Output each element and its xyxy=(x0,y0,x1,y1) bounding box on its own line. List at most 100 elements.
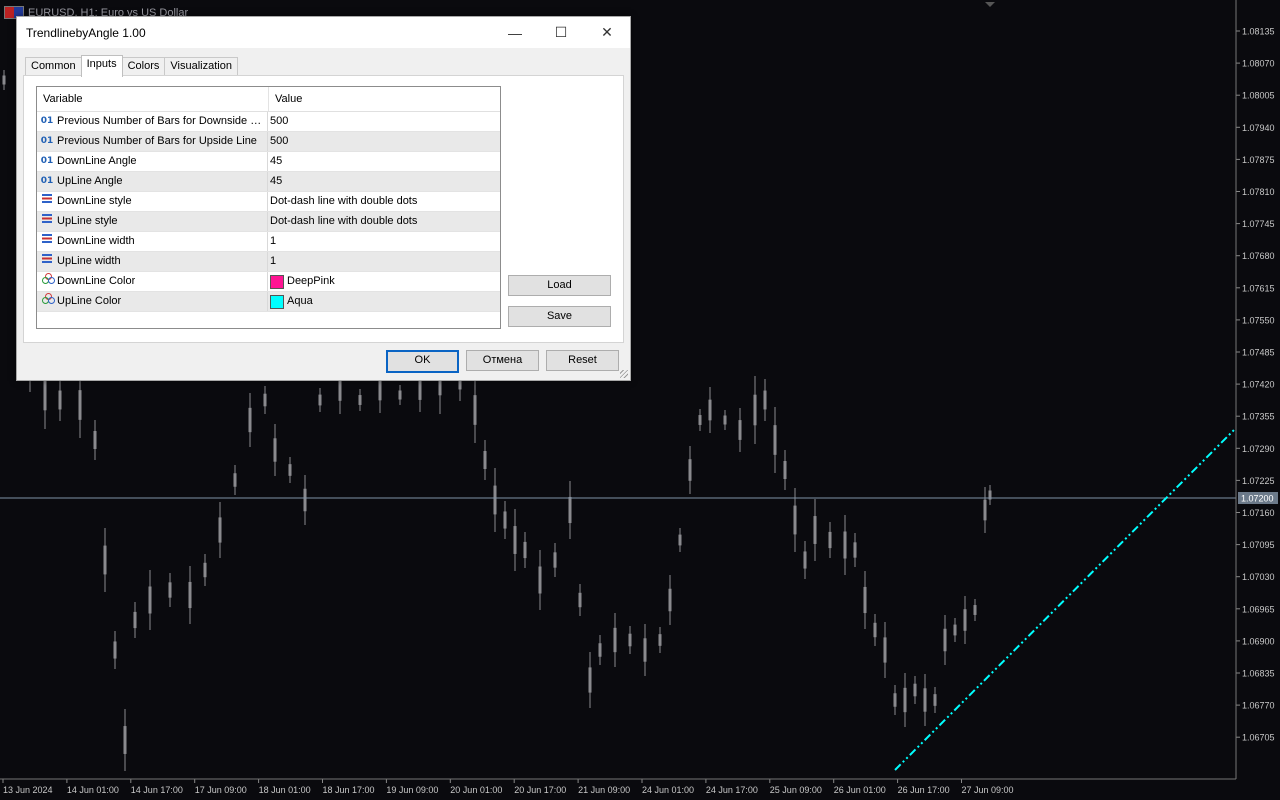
value-cell[interactable]: 45 xyxy=(268,152,282,171)
tab-inputs[interactable]: Inputs xyxy=(80,55,123,77)
price-axis-label: 1.08070 xyxy=(1242,59,1275,69)
ok-button[interactable]: OK xyxy=(386,350,459,373)
value-cell[interactable]: DeepPink xyxy=(268,272,335,291)
candle-body xyxy=(303,488,307,512)
candle-body xyxy=(953,624,957,636)
variable-cell: UpLine style xyxy=(37,212,268,231)
candle-body xyxy=(708,399,712,421)
price-axis-label: 1.07485 xyxy=(1242,348,1275,358)
value-text: Dot-dash line with double dots xyxy=(270,215,418,227)
price-axis-label: 1.06770 xyxy=(1242,701,1275,711)
input-row[interactable]: 01 Previous Number of Bars for Downside L… xyxy=(37,112,500,132)
candle-body xyxy=(233,473,237,487)
price-axis-label: 1.07940 xyxy=(1242,123,1275,133)
input-row[interactable]: DownLine Color DeepPink xyxy=(37,272,500,292)
candle-body xyxy=(113,641,117,659)
time-axis-label: 26 Jun 01:00 xyxy=(834,785,886,795)
tab-visualization[interactable]: Visualization xyxy=(164,57,238,77)
candle-body xyxy=(43,379,47,411)
value-cell[interactable]: 45 xyxy=(268,172,282,191)
candle-body xyxy=(358,395,362,405)
time-axis-label: 21 Jun 09:00 xyxy=(578,785,630,795)
candle-body xyxy=(668,588,672,612)
input-row[interactable]: 01 DownLine Angle 45 xyxy=(37,152,500,172)
candle-body xyxy=(763,390,767,410)
time-axis-label: 26 Jun 17:00 xyxy=(898,785,950,795)
value-cell[interactable]: 500 xyxy=(268,132,288,151)
price-axis-label: 1.07355 xyxy=(1242,412,1275,422)
input-row[interactable]: UpLine style Dot-dash line with double do… xyxy=(37,212,500,232)
candle-body xyxy=(973,605,977,615)
price-axis-label: 1.07030 xyxy=(1242,572,1275,582)
minimize-icon[interactable]: — xyxy=(492,17,538,48)
candle-body xyxy=(248,407,252,433)
variable-name: Previous Number of Bars for Upside Line xyxy=(57,135,257,147)
variable-cell: 01 DownLine Angle xyxy=(37,152,268,171)
value-text: Aqua xyxy=(287,295,313,307)
color-swatch xyxy=(270,294,284,309)
enum-icon xyxy=(37,232,57,251)
tab-common[interactable]: Common xyxy=(25,57,82,77)
input-row[interactable]: DownLine style Dot-dash line with double … xyxy=(37,192,500,212)
load-button[interactable]: Load xyxy=(508,275,611,296)
save-button[interactable]: Save xyxy=(508,306,611,327)
cancel-button[interactable]: Отмена xyxy=(466,350,539,371)
time-axis-label: 20 Jun 17:00 xyxy=(514,785,566,795)
price-axis-label: 1.08005 xyxy=(1242,91,1275,101)
candle-body xyxy=(863,586,867,614)
input-row[interactable]: DownLine width 1 xyxy=(37,232,500,252)
integer-icon: 01 xyxy=(40,116,54,126)
price-axis-label: 1.07420 xyxy=(1242,380,1275,390)
value-cell[interactable]: Dot-dash line with double dots xyxy=(268,212,417,231)
enum-icon xyxy=(37,192,57,211)
candle-body xyxy=(813,516,817,544)
variable-column-header[interactable]: Variable xyxy=(37,87,269,111)
price-axis-label: 1.06705 xyxy=(1242,733,1275,743)
input-row[interactable]: 01 Previous Number of Bars for Upside Lin… xyxy=(37,132,500,152)
price-axis-label: 1.07160 xyxy=(1242,508,1275,518)
variable-name: DownLine width xyxy=(57,235,135,247)
value-text: 1 xyxy=(270,235,277,247)
dialog-title: TrendlinebyAngle 1.00 xyxy=(26,25,146,40)
candle-body xyxy=(803,551,807,569)
candle-body xyxy=(93,431,97,449)
resize-grip-icon[interactable] xyxy=(620,370,628,378)
dialog-titlebar[interactable]: TrendlinebyAngle 1.00 — ☐ ✕ xyxy=(17,17,630,48)
value-cell[interactable]: 1 xyxy=(268,232,276,251)
candle-body xyxy=(983,499,987,521)
maximize-icon[interactable]: ☐ xyxy=(538,17,584,48)
value-cell[interactable]: 1 xyxy=(268,252,276,271)
candle-body xyxy=(483,451,487,469)
value-text: Dot-dash line with double dots xyxy=(270,195,418,207)
close-icon[interactable]: ✕ xyxy=(584,17,630,48)
candle-body xyxy=(288,464,292,476)
input-row[interactable]: UpLine Color Aqua xyxy=(37,292,500,312)
value-cell[interactable]: Aqua xyxy=(268,292,313,311)
value-text: 500 xyxy=(270,135,289,147)
reset-button[interactable]: Reset xyxy=(546,350,619,371)
value-cell[interactable]: 500 xyxy=(268,112,288,131)
value-column-header[interactable]: Value xyxy=(269,87,302,111)
color-icon xyxy=(37,272,57,291)
variable-name: UpLine Color xyxy=(57,295,122,307)
tab-colors[interactable]: Colors xyxy=(121,57,166,77)
candle-body xyxy=(503,511,507,529)
time-axis-label: 24 Jun 17:00 xyxy=(706,785,758,795)
enum-icon xyxy=(37,252,57,271)
candle-body xyxy=(523,541,527,559)
candle-body xyxy=(103,545,107,575)
variable-name: UpLine width xyxy=(57,255,121,267)
grid-header: Variable Value xyxy=(37,87,500,112)
candle-body xyxy=(188,581,192,609)
inputs-panel: Variable Value 01 Previous Number of Bars… xyxy=(23,75,624,343)
integer-icon: 01 xyxy=(40,176,54,186)
time-axis-label: 18 Jun 17:00 xyxy=(323,785,375,795)
price-axis-label: 1.07745 xyxy=(1242,219,1275,229)
value-cell[interactable]: Dot-dash line with double dots xyxy=(268,192,417,211)
candle-body xyxy=(553,552,557,568)
time-axis-label: 14 Jun 01:00 xyxy=(67,785,119,795)
input-row[interactable]: 01 UpLine Angle 45 xyxy=(37,172,500,192)
input-row[interactable]: UpLine width 1 xyxy=(37,252,500,272)
variable-cell: 01 Previous Number of Bars for Upside Lin… xyxy=(37,132,268,151)
time-axis-label: 18 Jun 01:00 xyxy=(259,785,311,795)
